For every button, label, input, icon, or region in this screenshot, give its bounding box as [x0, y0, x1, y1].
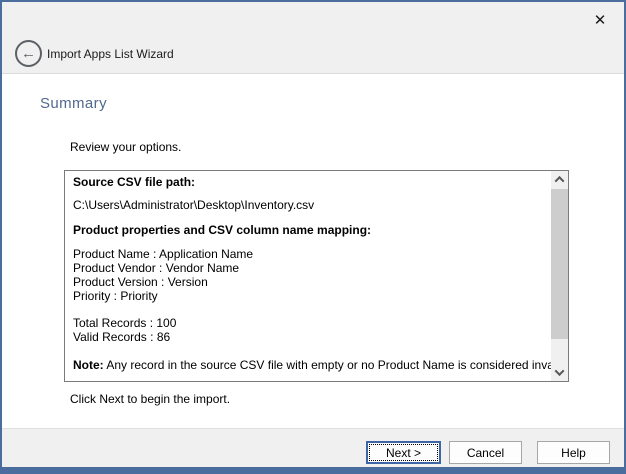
source-path-value: C:\Users\Administrator\Desktop\Inventory…: [73, 198, 542, 212]
wizard-header: ✕ ← Import Apps List Wizard: [2, 2, 624, 74]
cancel-button[interactable]: Cancel: [449, 441, 522, 464]
help-button[interactable]: Help: [537, 441, 610, 464]
mapping-product-vendor: Product Vendor : Vendor Name: [73, 261, 542, 275]
note-line: Note: Any record in the source CSV file …: [73, 358, 542, 372]
back-arrow-icon: ←: [21, 46, 36, 61]
scrollbar-down-button[interactable]: [551, 364, 568, 381]
wizard-window: ✕ ← Import Apps List Wizard Summary Revi…: [0, 0, 626, 474]
note-label: Note:: [73, 358, 104, 372]
wizard-title: Import Apps List Wizard: [47, 47, 174, 61]
mapping-product-name: Product Name : Application Name: [73, 247, 542, 261]
chevron-down-icon: [555, 366, 565, 376]
mapping-priority: Priority : Priority: [73, 289, 542, 303]
source-path-heading: Source CSV file path:: [73, 175, 542, 189]
vertical-scrollbar[interactable]: [551, 171, 568, 381]
footer-bar: [2, 428, 624, 470]
hint-text: Click Next to begin the import.: [70, 392, 230, 406]
close-button[interactable]: ✕: [588, 8, 612, 32]
close-icon: ✕: [594, 11, 607, 29]
chevron-up-icon: [555, 176, 565, 186]
scrollbar-thumb[interactable]: [551, 189, 568, 339]
page-title: Summary: [40, 95, 107, 112]
mapping-heading: Product properties and CSV column name m…: [73, 223, 542, 237]
summary-box: Source CSV file path: C:\Users\Administr…: [64, 170, 569, 382]
valid-records: Valid Records : 86: [73, 330, 542, 344]
mapping-product-version: Product Version : Version: [73, 275, 542, 289]
intro-text: Review your options.: [70, 140, 181, 154]
note-text: Any record in the source CSV file with e…: [106, 358, 569, 372]
scrollbar-up-button[interactable]: [551, 171, 568, 188]
window-bottom-border: [2, 467, 624, 472]
back-button[interactable]: ←: [15, 40, 42, 67]
total-records: Total Records : 100: [73, 316, 542, 330]
next-button[interactable]: Next >: [366, 441, 441, 464]
